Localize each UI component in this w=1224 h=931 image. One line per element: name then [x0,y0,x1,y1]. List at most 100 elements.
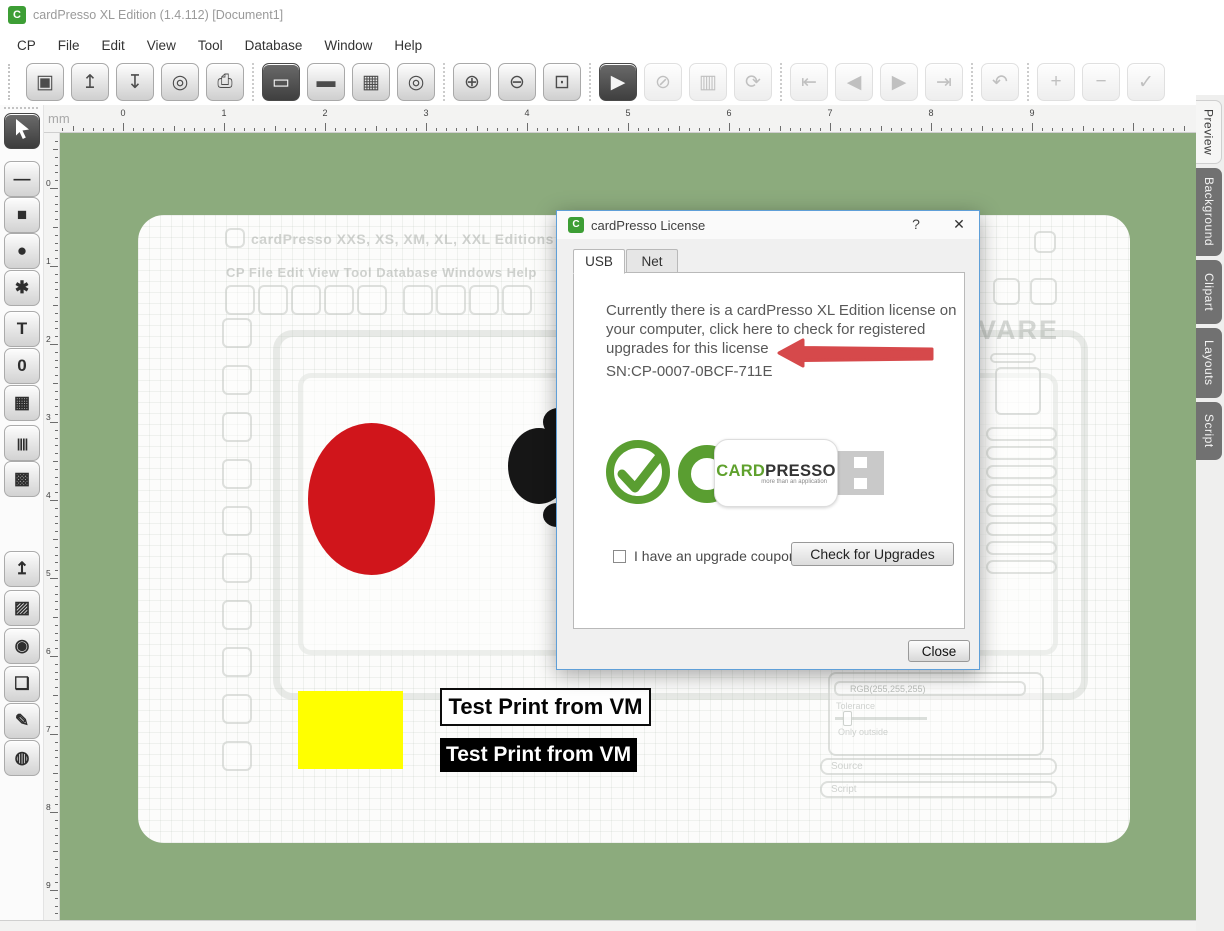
dialog-help-button[interactable]: ? [902,216,930,236]
horizontal-scrollbar-track[interactable] [0,920,1224,931]
close-button[interactable]: Close [908,640,970,662]
ruler-tick [1072,128,1073,131]
fingerprint-tool-button[interactable]: ◍ [4,740,40,776]
menu-view[interactable]: View [136,34,187,57]
ruler-label: 1 [221,108,226,118]
text-tool-button[interactable]: T [4,311,40,347]
card-grid-view-icon: ▦ [362,71,380,94]
ruler-tick [55,547,58,548]
rectangle-tool-button[interactable]: ■ [4,197,40,233]
ellipse-tool-button[interactable]: ● [4,233,40,269]
ruler-tick [55,243,58,244]
ruler-tick [1042,128,1043,131]
annotation-arrow [770,332,950,377]
camera-tool-button[interactable]: ◉ [4,628,40,664]
ghost-tool-icon [222,741,252,771]
ruler-tick [50,812,58,813]
ruler-tick [55,711,58,712]
barcode-tool-button[interactable]: |||| [4,425,40,461]
ruler-tick [55,874,58,875]
check-for-upgrades-button[interactable]: Check for Upgrades [791,542,954,566]
ruler-tick [780,126,781,131]
ghost-list-row [986,541,1057,555]
menu-help[interactable]: Help [383,34,433,57]
card-grid-view-button[interactable]: ▦ [352,63,390,101]
text-label-outlined[interactable]: Test Print from VM [440,688,651,726]
record-previous-icon: ◀ [847,71,862,94]
database-connect-button[interactable]: ▶ [599,63,637,101]
ruler-tick [244,128,245,131]
ruler-tick [456,128,457,131]
ruler-tick [376,126,377,131]
card-front-view-button[interactable]: ▭ [262,63,300,101]
zoom-fit-icon: ⊡ [554,71,570,94]
zoom-fit-button[interactable]: ⊡ [543,63,581,101]
image-import-tool-button[interactable]: ↥ [4,551,40,587]
open-recent-button[interactable]: ◎ [161,63,199,101]
menu-tool[interactable]: Tool [187,34,234,57]
card-inspect-button[interactable]: ◎ [397,63,435,101]
ruler-tick [55,726,58,727]
ghost-dropdown [990,353,1036,363]
line-tool-button[interactable]: — [4,161,40,197]
record-next-button: ▶ [880,63,918,101]
polygon-tool-button[interactable]: ✱ [4,270,40,306]
red-ellipse-shape[interactable] [308,423,435,575]
tab-preview[interactable]: Preview [1196,100,1222,164]
toolbar-drag-handle[interactable] [8,64,14,100]
date-tool-button[interactable]: ▦ [4,385,40,421]
upgrade-coupon-checkbox[interactable] [613,550,626,563]
ghost-tool-icon [222,365,252,395]
ruler-tick [55,414,58,415]
pointer-tool-button[interactable] [4,113,40,149]
zoom-in-button[interactable]: ⊕ [453,63,491,101]
rectangle-tool-icon: ■ [17,205,27,225]
menu-database[interactable]: Database [234,34,314,57]
ruler-tick [759,128,760,131]
menu-edit[interactable]: Edit [91,34,136,57]
ruler-tick [436,128,437,131]
menu-cp[interactable]: CP [6,34,47,57]
open-document-button[interactable]: ↥ [71,63,109,101]
ruler-tick [55,859,58,860]
ruler-tick [53,383,58,384]
ruler-tick [55,336,58,337]
tab-net[interactable]: Net [626,249,678,273]
ruler-tick [386,128,387,131]
signature-tool-button[interactable]: ✎ [4,703,40,739]
ruler-tick [55,804,58,805]
dialog-title-bar[interactable]: C cardPresso License ? ✕ [557,211,979,239]
counter-tool-button[interactable]: 0 [4,348,40,384]
signature-tool-icon: ✎ [15,711,29,731]
ruler-tick [729,123,730,131]
magnetic-stripe-button[interactable]: ▬ [307,63,345,101]
tab-script[interactable]: Script [1196,402,1222,460]
upgrade-coupon-label[interactable]: I have an upgrade coupon [634,548,797,564]
new-card-document-button[interactable]: ▣ [26,63,64,101]
tab-usb[interactable]: USB [573,249,625,274]
ruler-tick [53,149,58,150]
ghost-tool-icon [222,600,252,630]
tab-background[interactable]: Background [1196,168,1222,256]
menu-window[interactable]: Window [313,34,383,57]
dialog-close-icon[interactable]: ✕ [945,216,973,236]
toolbar-drag-handle[interactable] [4,107,38,111]
ruler-tick [103,128,104,131]
zoom-out-button[interactable]: ⊖ [498,63,536,101]
yellow-rectangle-shape[interactable] [298,691,403,769]
print-button[interactable]: ⎙ [206,63,244,101]
acquire-image-tool-button[interactable]: ❏ [4,666,40,702]
qrcode-tool-button[interactable]: ▩ [4,461,40,497]
text-label-inverse[interactable]: Test Print from VM [440,738,637,772]
ruler-tick [113,128,114,131]
menu-file[interactable]: File [47,34,91,57]
ruler-tick [55,453,58,454]
import-document-button[interactable]: ↧ [116,63,154,101]
tab-layouts[interactable]: Layouts [1196,328,1222,398]
image-tool-button[interactable]: ▨ [4,590,40,626]
ghost-toolbar-icon [291,285,321,315]
database-refresh-icon: ⟳ [745,71,761,94]
ruler-tick [497,128,498,131]
ruler-label: 5 [46,568,51,578]
tab-clipart[interactable]: Clipart [1196,260,1222,324]
